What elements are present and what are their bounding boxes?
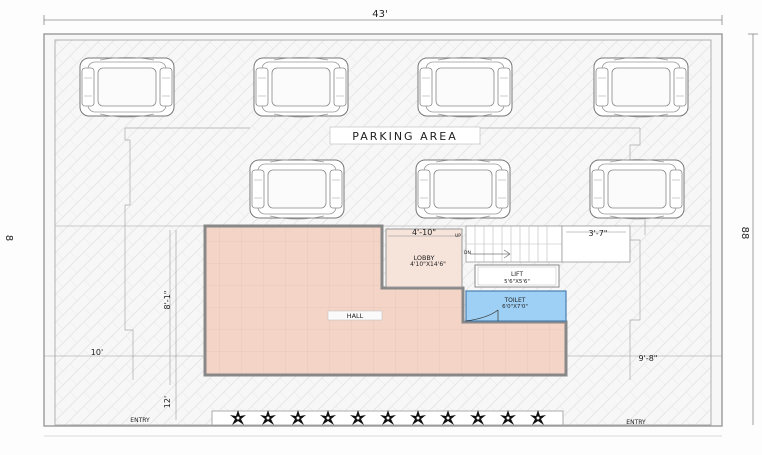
car-icon — [249, 159, 345, 220]
stair-width-dim: 3'-7" — [589, 229, 608, 238]
lobby-width-dim: 4'-10" — [412, 228, 436, 237]
entry-left-label: ENTRY — [130, 417, 150, 424]
stair-up-label: UP — [455, 233, 461, 239]
hall-height-lower: 12' — [163, 396, 172, 408]
right-dimension: 88 — [739, 33, 758, 425]
stair-dn-label: DN — [464, 250, 471, 256]
top-dimension: 43' — [43, 9, 723, 25]
top-dimension-label: 43' — [372, 9, 387, 20]
car-icon — [593, 57, 689, 118]
left-dimension-label: 8 — [3, 235, 14, 241]
parking-area-label: PARKING AREA — [352, 130, 457, 143]
toilet-size: 6'0"X7'0" — [502, 304, 528, 310]
planter-strip — [211, 410, 564, 426]
right-setback-label: 9'-8" — [639, 354, 658, 363]
floor-plan-svg: 43' 88 8 PARKING AREA HALL LOBBY 4'10"X1… — [3, 9, 758, 437]
car-icon — [415, 159, 511, 220]
car-icon — [79, 57, 175, 118]
hall-label: HALL — [347, 312, 364, 320]
lobby-size: 4'10"X14'6" — [410, 261, 446, 268]
car-icon — [589, 159, 685, 220]
right-dimension-label: 88 — [739, 227, 750, 240]
floor-plan-canvas: 43' 88 8 PARKING AREA HALL LOBBY 4'10"X1… — [0, 0, 762, 455]
lift-size: 5'6"X5'6" — [504, 279, 530, 285]
lobby-room: LOBBY 4'10"X14'6" 4'-10" — [385, 228, 463, 288]
cars-row-2 — [249, 159, 685, 220]
toilet-room: TOILET 6'0"X7'0" — [465, 290, 567, 322]
car-icon — [253, 57, 349, 118]
left-setback-label: 10' — [91, 348, 103, 357]
car-icon — [417, 57, 513, 118]
toilet-label: TOILET — [504, 297, 526, 304]
lift-room: LIFT 5'6"X5'6" — [474, 264, 560, 288]
lift-label: LIFT — [511, 271, 523, 278]
staircase: UP DN 3'-7" — [455, 225, 631, 263]
hall-height-upper: 8'-1" — [163, 291, 172, 310]
parking-area-label-box: PARKING AREA — [329, 126, 481, 145]
